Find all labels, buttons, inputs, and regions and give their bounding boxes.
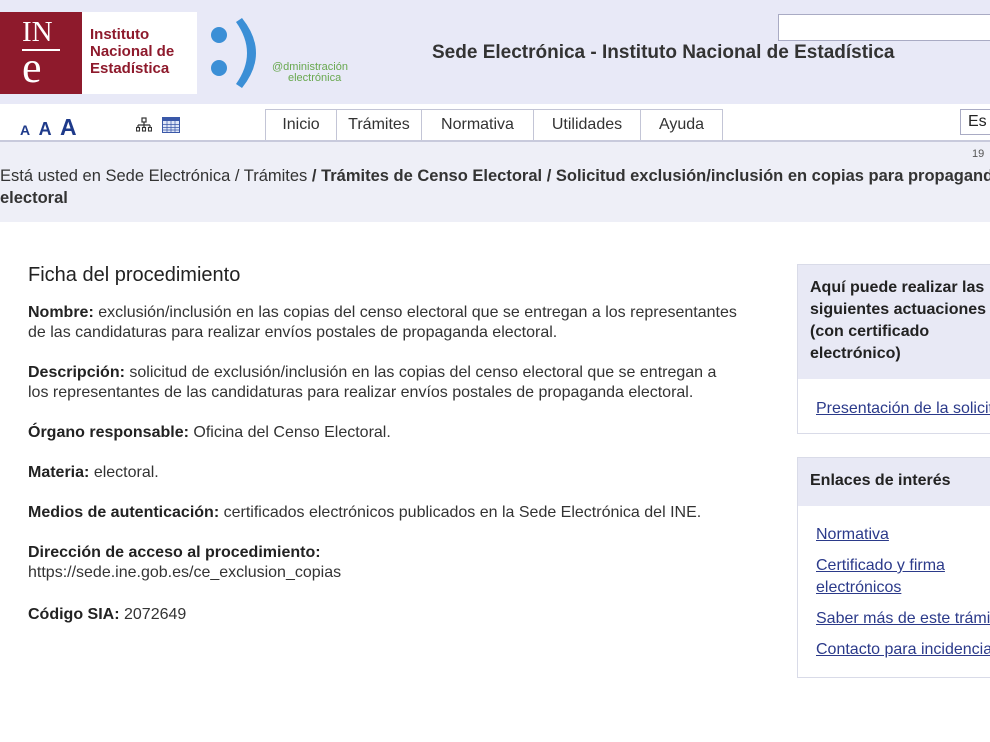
sitemap-icon[interactable] [136, 117, 152, 133]
page-title: Ficha del procedimiento [28, 264, 241, 286]
site-title: Sede Electrónica - Instituto Nacional de… [432, 42, 895, 63]
sia-label: Código SIA: [28, 606, 120, 623]
breadcrumb-item-sede[interactable]: Sede Electrónica [106, 167, 231, 185]
actions-box: Aquí puede realizar las siguientes actua… [797, 264, 990, 434]
font-size-medium-button[interactable]: A [39, 119, 52, 140]
descripcion-label: Descripción: [28, 364, 125, 381]
tab-normativa[interactable]: Normativa [421, 109, 533, 140]
field-medios: Medios de autenticación: certificados el… [28, 503, 738, 523]
link-saber-mas[interactable]: Saber más de este trámite [816, 608, 990, 630]
date-stamp: 19 [972, 148, 985, 160]
breadcrumb-item-censo[interactable]: Trámites de Censo Electoral [321, 167, 542, 185]
tab-inicio[interactable]: Inicio [265, 109, 336, 140]
medios-value: certificados electrónicos publicados en … [223, 504, 702, 521]
field-descripcion: Descripción: solicitud de exclusión/incl… [28, 363, 738, 403]
tab-tramites[interactable]: Trámites [336, 109, 421, 140]
main-nav: Inicio Trámites Normativa Utilidades Ayu… [265, 109, 723, 140]
links-list: Normativa Certificado y firma electrónic… [816, 524, 990, 670]
font-size-controls: A A A [20, 114, 81, 141]
tab-ayuda[interactable]: Ayuda [640, 109, 723, 140]
font-size-small-button[interactable]: A [20, 122, 30, 138]
ine-logo-text: Instituto Nacional de Estadística [90, 26, 175, 77]
ine-logo[interactable]: IN e Instituto Nacional de Estadística [0, 12, 197, 94]
breadcrumb-prefix: Está usted en [0, 167, 101, 185]
field-organo: Órgano responsable: Oficina del Censo El… [28, 423, 738, 443]
field-materia: Materia: electoral. [28, 463, 738, 483]
ine-logo-mark: IN e [0, 12, 82, 94]
field-sia: Código SIA: 2072649 [28, 605, 738, 625]
site-header: IN e Instituto Nacional de Estadística @… [0, 0, 990, 104]
admin-electronica-logo[interactable]: @dministración electrónica [272, 62, 372, 84]
direccion-value: https://sede.ine.gob.es/ce_exclusion_cop… [28, 564, 342, 581]
links-title: Enlaces de interés [798, 458, 990, 506]
ine-logo-abbr-bottom: e [22, 43, 42, 92]
submit-request-link[interactable]: Presentación de la solicitud [816, 398, 990, 420]
materia-label: Materia: [28, 464, 90, 481]
breadcrumb-item-tramites[interactable]: Trámites [244, 167, 308, 185]
breadcrumb: Está usted en Sede Electrónica / Trámite… [0, 165, 990, 209]
link-certificado-firma[interactable]: Certificado y firma electrónicos [816, 555, 990, 599]
font-size-large-button[interactable]: A [60, 114, 77, 141]
field-nombre: Nombre: exclusión/inclusión en las copia… [28, 303, 738, 343]
actions-title: Aquí puede realizar las siguientes actua… [798, 265, 990, 379]
link-contacto-incidencias[interactable]: Contacto para incidencias [816, 639, 990, 661]
materia-value: electoral. [93, 464, 159, 481]
tab-utilidades[interactable]: Utilidades [533, 109, 640, 140]
field-direccion: Dirección de acceso al procedimiento: ht… [28, 543, 738, 583]
medios-label: Medios de autenticación: [28, 504, 220, 521]
organo-value: Oficina del Censo Electoral. [193, 424, 391, 441]
links-box: Enlaces de interés Normativa Certificado… [797, 457, 990, 678]
sia-value: 2072649 [124, 606, 187, 623]
nombre-label: Nombre: [28, 304, 94, 321]
admin-logo-line2: electrónica [288, 72, 342, 84]
language-select[interactable]: Es [960, 109, 990, 135]
link-normativa[interactable]: Normativa [816, 524, 990, 546]
nombre-value: exclusión/inclusión en las copias del ce… [28, 304, 737, 341]
procedure-sheet: Ficha del procedimiento Nombre: exclusió… [28, 264, 738, 645]
direccion-label: Dirección de acceso al procedimiento: [28, 544, 321, 561]
descripcion-value: solicitud de exclusión/inclusión en las … [28, 364, 717, 401]
organo-label: Órgano responsable: [28, 424, 189, 441]
search-input[interactable] [778, 14, 990, 41]
calendar-icon[interactable] [162, 117, 180, 133]
smiley-logo-icon [211, 18, 256, 88]
